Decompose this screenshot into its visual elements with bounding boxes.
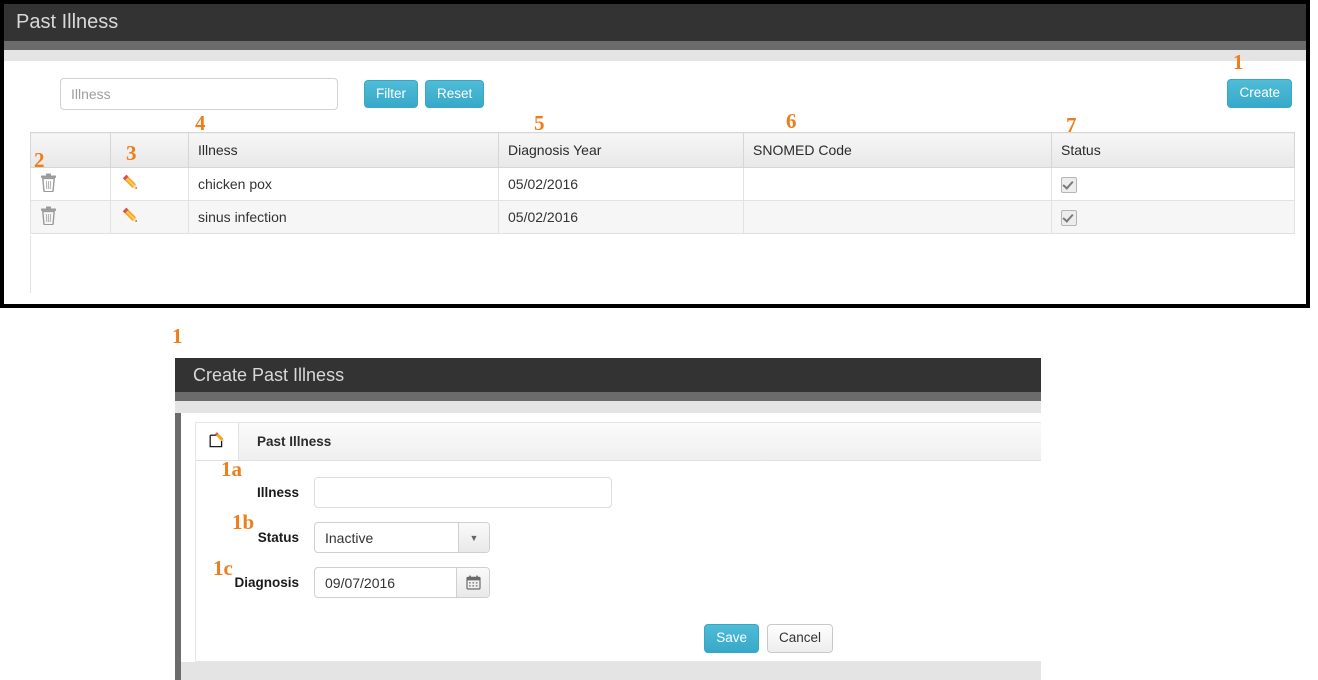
annotation-1-create: 1 bbox=[1233, 50, 1244, 74]
annotation-1a-illness: 1a bbox=[221, 457, 242, 481]
annotation-3-edit: 3 bbox=[126, 141, 137, 165]
status-checkbox bbox=[1061, 176, 1077, 193]
tab-icon-cell[interactable] bbox=[196, 423, 239, 460]
delete-row-cell[interactable] bbox=[30, 167, 111, 201]
page-title: Past Illness bbox=[16, 11, 119, 33]
past-illness-table: Illness Diagnosis Year SNOMED Code Statu… bbox=[30, 132, 1295, 234]
illness-input[interactable] bbox=[314, 477, 612, 508]
panel-body: Filter Reset Create Illness bbox=[4, 61, 1306, 304]
annotation-6-snomed: 6 bbox=[786, 109, 797, 133]
panel-sub-bar bbox=[4, 41, 1306, 50]
modal-action-buttons: Save Cancel bbox=[196, 624, 1041, 653]
diagnosis-date-value[interactable]: 09/07/2016 bbox=[315, 568, 456, 597]
modal-bottom-strip bbox=[181, 662, 1041, 680]
create-form: Illness Status Inactive ▼ Diagnosis 09/0… bbox=[196, 461, 1041, 653]
delete-row-cell[interactable] bbox=[30, 200, 111, 234]
column-header-illness[interactable]: Illness bbox=[188, 132, 499, 168]
cell-diagnosis-year: 05/02/2016 bbox=[498, 200, 744, 234]
edit-square-icon bbox=[209, 431, 226, 453]
annotation-1-modal: 1 bbox=[172, 324, 183, 348]
annotation-1b-status: 1b bbox=[232, 510, 255, 534]
modal-gray-bar bbox=[175, 401, 1041, 413]
modal-tabs-bar: Past Illness bbox=[196, 423, 1041, 461]
form-row-status: Status Inactive ▼ bbox=[196, 522, 1041, 553]
screenshot-root: Past Illness Filter Reset Create bbox=[0, 0, 1318, 680]
table-left-rule bbox=[30, 236, 31, 293]
modal-content-panel: Past Illness Illness Status Inactive ▼ D… bbox=[195, 422, 1041, 662]
panel-gray-bar bbox=[4, 50, 1306, 61]
cell-diagnosis-year: 05/02/2016 bbox=[498, 167, 744, 201]
cell-illness: chicken pox bbox=[188, 167, 499, 201]
pencil-icon[interactable] bbox=[120, 205, 141, 229]
cancel-button[interactable]: Cancel bbox=[766, 624, 833, 653]
annotation-4-illness: 4 bbox=[195, 111, 206, 135]
pencil-icon[interactable] bbox=[120, 172, 141, 196]
tab-label-text: Past Illness bbox=[257, 434, 332, 449]
modal-sub-bar bbox=[175, 392, 1041, 401]
modal-body: Past Illness Illness Status Inactive ▼ D… bbox=[175, 413, 1041, 680]
diagnosis-date-field[interactable]: 09/07/2016 bbox=[314, 567, 490, 598]
status-checkbox bbox=[1061, 209, 1077, 226]
annotation-2-delete: 2 bbox=[34, 148, 45, 172]
column-header-edit[interactable] bbox=[110, 132, 189, 168]
trash-icon[interactable] bbox=[40, 206, 57, 228]
form-row-illness: Illness bbox=[196, 477, 1041, 508]
edit-row-cell[interactable] bbox=[110, 200, 189, 234]
calendar-icon[interactable] bbox=[456, 568, 489, 597]
status-label: Status bbox=[257, 530, 299, 545]
table-row: sinus infection 05/02/2016 bbox=[30, 200, 1295, 234]
cell-snomed-code bbox=[743, 200, 1052, 234]
cell-illness: sinus infection bbox=[188, 200, 499, 234]
modal-title-bar: Create Past Illness bbox=[175, 358, 1041, 392]
cell-status bbox=[1051, 167, 1295, 201]
trash-icon[interactable] bbox=[40, 173, 57, 195]
column-header-status[interactable]: Status bbox=[1051, 132, 1295, 168]
status-select-value: Inactive bbox=[325, 529, 374, 546]
cell-snomed-code bbox=[743, 167, 1052, 201]
status-select[interactable]: Inactive ▼ bbox=[314, 522, 490, 553]
table-header-row: Illness Diagnosis Year SNOMED Code Statu… bbox=[30, 132, 1295, 168]
annotation-7-status: 7 bbox=[1066, 113, 1077, 137]
cell-status bbox=[1051, 200, 1295, 234]
filter-button[interactable]: Filter bbox=[364, 79, 418, 109]
annotation-5-diagnosis-year: 5 bbox=[534, 111, 545, 135]
illness-search-input[interactable] bbox=[60, 78, 338, 110]
create-past-illness-modal: Create Past Illness Past Illness Illness… bbox=[175, 358, 1041, 680]
modal-title: Create Past Illness bbox=[193, 364, 345, 385]
past-illness-list-panel: Past Illness Filter Reset Create bbox=[0, 0, 1310, 308]
tab-past-illness[interactable]: Past Illness bbox=[239, 423, 331, 460]
edit-row-cell[interactable] bbox=[110, 167, 189, 201]
column-header-snomed-code[interactable]: SNOMED Code bbox=[743, 132, 1052, 168]
chevron-down-icon[interactable]: ▼ bbox=[458, 523, 489, 552]
panel-title-bar: Past Illness bbox=[4, 4, 1306, 41]
table-row: chicken pox 05/02/2016 bbox=[30, 167, 1295, 201]
form-row-diagnosis: Diagnosis 09/07/2016 bbox=[196, 567, 1041, 598]
annotation-1c-diagnosis: 1c bbox=[213, 556, 233, 580]
reset-button[interactable]: Reset bbox=[425, 79, 485, 109]
save-button[interactable]: Save bbox=[704, 624, 759, 653]
column-header-diagnosis-year[interactable]: Diagnosis Year bbox=[498, 132, 744, 168]
filter-toolbar: Filter Reset bbox=[60, 78, 485, 110]
illness-label: Illness bbox=[256, 485, 299, 500]
create-button[interactable]: Create bbox=[1227, 79, 1292, 108]
